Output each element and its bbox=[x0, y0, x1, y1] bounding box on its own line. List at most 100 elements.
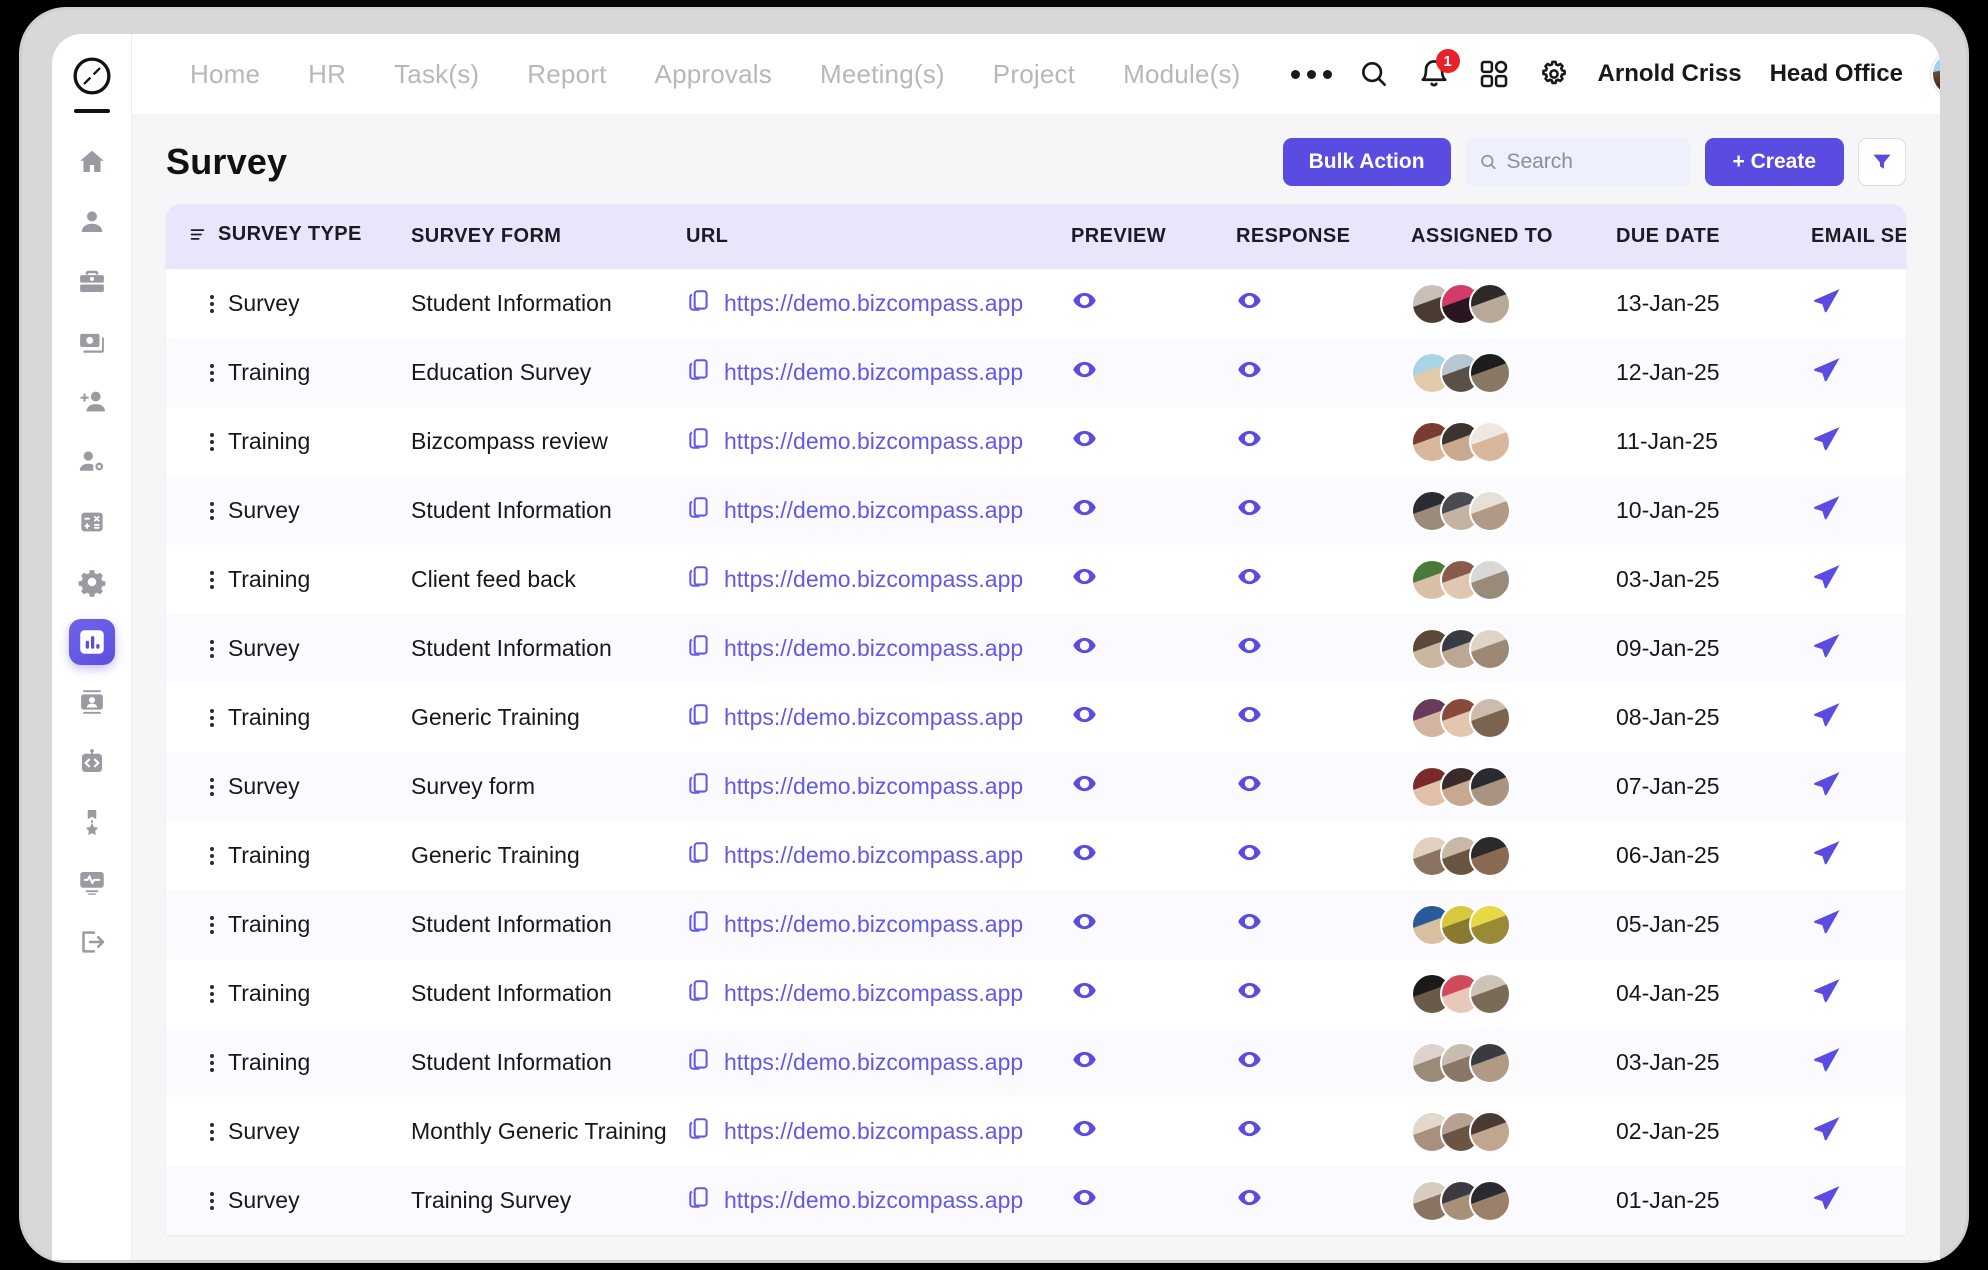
avatar[interactable] bbox=[1469, 1110, 1511, 1153]
preview-eye-icon[interactable] bbox=[1071, 908, 1098, 935]
send-email-icon[interactable] bbox=[1811, 1044, 1843, 1076]
avatar[interactable] bbox=[1469, 834, 1511, 877]
column-header-response[interactable]: RESPONSE bbox=[1236, 204, 1411, 269]
table-row[interactable]: Training Client feed back https://demo.biz… bbox=[166, 545, 1906, 614]
nav-item-project[interactable]: Project bbox=[969, 59, 1099, 90]
copy-link-icon[interactable] bbox=[686, 1116, 712, 1148]
survey-url-link[interactable]: https://demo.bizcompass.app bbox=[724, 1187, 1023, 1214]
row-menu-icon[interactable] bbox=[210, 1122, 214, 1141]
avatar-group[interactable] bbox=[1411, 351, 1616, 394]
sidebar-item-award[interactable] bbox=[69, 799, 115, 845]
avatar-group[interactable] bbox=[1411, 696, 1616, 739]
copy-link-icon[interactable] bbox=[686, 978, 712, 1010]
search-box[interactable] bbox=[1464, 138, 1691, 186]
copy-link-icon[interactable] bbox=[686, 771, 712, 803]
response-eye-icon[interactable] bbox=[1236, 494, 1263, 521]
avatar[interactable] bbox=[1469, 903, 1511, 946]
response-eye-icon[interactable] bbox=[1236, 632, 1263, 659]
avatar-group[interactable] bbox=[1411, 282, 1616, 325]
row-menu-icon[interactable] bbox=[210, 432, 214, 451]
avatar-group[interactable] bbox=[1411, 1179, 1616, 1222]
table-row[interactable]: Training Generic Training https://demo.biz… bbox=[166, 821, 1906, 890]
nav-item-meetings[interactable]: Meeting(s) bbox=[796, 59, 969, 90]
avatar[interactable] bbox=[1469, 351, 1511, 394]
avatar-group[interactable] bbox=[1411, 627, 1616, 670]
nav-item-modules[interactable]: Module(s) bbox=[1099, 59, 1264, 90]
send-email-icon[interactable] bbox=[1811, 492, 1843, 524]
survey-url-link[interactable]: https://demo.bizcompass.app bbox=[724, 566, 1023, 593]
preview-eye-icon[interactable] bbox=[1071, 494, 1098, 521]
response-eye-icon[interactable] bbox=[1236, 839, 1263, 866]
sidebar-item-monitor-pulse[interactable] bbox=[69, 859, 115, 905]
sidebar-item-person-settings[interactable] bbox=[69, 439, 115, 485]
column-header-survey-form[interactable]: SURVEY FORM bbox=[411, 204, 686, 269]
sidebar-item-briefcase[interactable] bbox=[69, 259, 115, 305]
avatar[interactable] bbox=[1469, 489, 1511, 532]
sidebar-item-contact-card[interactable] bbox=[69, 679, 115, 725]
preview-eye-icon[interactable] bbox=[1071, 977, 1098, 1004]
response-eye-icon[interactable] bbox=[1236, 977, 1263, 1004]
survey-url-link[interactable]: https://demo.bizcompass.app bbox=[724, 1049, 1023, 1076]
copy-link-icon[interactable] bbox=[686, 426, 712, 458]
settings-button[interactable] bbox=[1538, 58, 1570, 90]
preview-eye-icon[interactable] bbox=[1071, 1115, 1098, 1142]
avatar-group[interactable] bbox=[1411, 972, 1616, 1015]
survey-url-link[interactable]: https://demo.bizcompass.app bbox=[724, 773, 1023, 800]
avatar-group[interactable] bbox=[1411, 1110, 1616, 1153]
avatar[interactable] bbox=[1469, 627, 1511, 670]
row-menu-icon[interactable] bbox=[210, 708, 214, 727]
response-eye-icon[interactable] bbox=[1236, 770, 1263, 797]
avatar-group[interactable] bbox=[1411, 834, 1616, 877]
table-row[interactable]: Training Student Information https://demo.… bbox=[166, 890, 1906, 959]
create-button[interactable]: + Create bbox=[1704, 138, 1844, 186]
table-row[interactable]: Survey Training Survey https://demo.bizcom… bbox=[166, 1166, 1906, 1235]
preview-eye-icon[interactable] bbox=[1071, 425, 1098, 452]
copy-link-icon[interactable] bbox=[686, 564, 712, 596]
sidebar-item-payroll[interactable] bbox=[69, 319, 115, 365]
avatar[interactable] bbox=[1469, 420, 1511, 463]
send-email-icon[interactable] bbox=[1811, 768, 1843, 800]
copy-link-icon[interactable] bbox=[686, 840, 712, 872]
table-row[interactable]: Training Education Survey https://demo.biz… bbox=[166, 338, 1906, 407]
send-email-icon[interactable] bbox=[1811, 906, 1843, 938]
row-menu-icon[interactable] bbox=[210, 777, 214, 796]
survey-url-link[interactable]: https://demo.bizcompass.app bbox=[724, 635, 1023, 662]
send-email-icon[interactable] bbox=[1811, 1113, 1843, 1145]
column-header-url[interactable]: URL bbox=[686, 204, 1071, 269]
row-menu-icon[interactable] bbox=[210, 1191, 214, 1210]
table-row[interactable]: Survey Student Information https://demo.bi… bbox=[166, 269, 1906, 338]
send-email-icon[interactable] bbox=[1811, 975, 1843, 1007]
response-eye-icon[interactable] bbox=[1236, 908, 1263, 935]
avatar[interactable] bbox=[1469, 1179, 1511, 1222]
row-menu-icon[interactable] bbox=[210, 915, 214, 934]
avatar[interactable] bbox=[1469, 765, 1511, 808]
avatar-group[interactable] bbox=[1411, 489, 1616, 532]
copy-link-icon[interactable] bbox=[686, 1047, 712, 1079]
table-row[interactable]: Survey Monthly Generic Training https://de… bbox=[166, 1097, 1906, 1166]
column-header-survey-type[interactable]: SURVEY TYPE bbox=[166, 204, 411, 269]
table-row[interactable]: Training Student Information https://demo.… bbox=[166, 959, 1906, 1028]
office-name-label[interactable]: Head Office bbox=[1770, 60, 1903, 88]
response-eye-icon[interactable] bbox=[1236, 701, 1263, 728]
copy-link-icon[interactable] bbox=[686, 495, 712, 527]
preview-eye-icon[interactable] bbox=[1071, 1184, 1098, 1211]
row-menu-icon[interactable] bbox=[210, 639, 214, 658]
nav-item-report[interactable]: Report bbox=[503, 59, 630, 90]
survey-url-link[interactable]: https://demo.bizcompass.app bbox=[724, 359, 1023, 386]
preview-eye-icon[interactable] bbox=[1071, 632, 1098, 659]
preview-eye-icon[interactable] bbox=[1071, 839, 1098, 866]
send-email-icon[interactable] bbox=[1811, 699, 1843, 731]
sidebar-item-chart[interactable] bbox=[68, 619, 115, 665]
search-button[interactable] bbox=[1358, 58, 1390, 90]
sidebar-item-gear[interactable] bbox=[69, 559, 115, 605]
avatar-group[interactable] bbox=[1411, 420, 1616, 463]
table-row[interactable]: Training Generic Training https://demo.biz… bbox=[166, 683, 1906, 752]
nav-item-tasks[interactable]: Task(s) bbox=[370, 59, 503, 90]
survey-url-link[interactable]: https://demo.bizcompass.app bbox=[724, 911, 1023, 938]
preview-eye-icon[interactable] bbox=[1071, 563, 1098, 590]
send-email-icon[interactable] bbox=[1811, 285, 1843, 317]
response-eye-icon[interactable] bbox=[1236, 1046, 1263, 1073]
avatar[interactable] bbox=[1469, 696, 1511, 739]
table-row[interactable]: Training Student Information https://demo.… bbox=[166, 1028, 1906, 1097]
row-menu-icon[interactable] bbox=[210, 363, 214, 382]
